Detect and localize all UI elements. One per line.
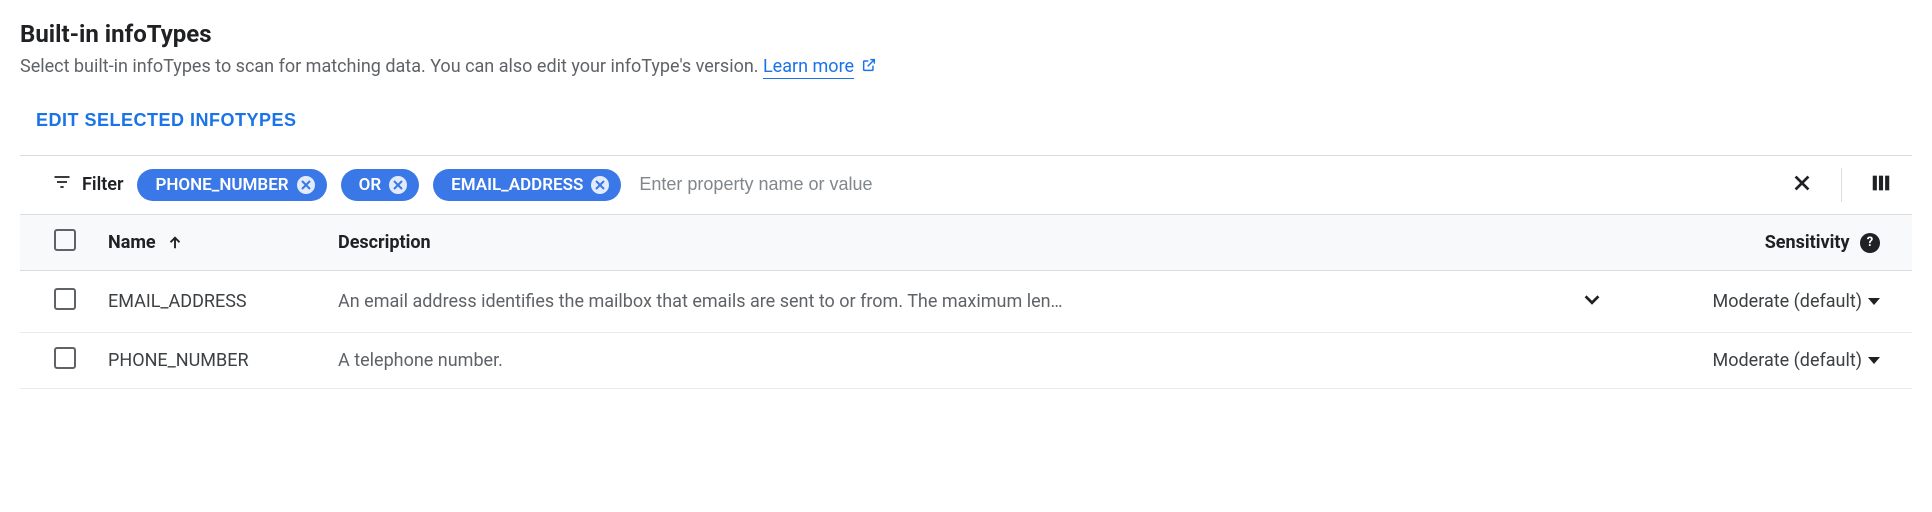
infotype-description: A telephone number.	[322, 332, 1552, 388]
sort-ascending-icon	[166, 234, 184, 252]
sensitivity-select[interactable]: Moderate (default)	[1713, 291, 1880, 312]
sensitivity-select[interactable]: Moderate (default)	[1713, 350, 1880, 371]
columns-icon	[1870, 172, 1892, 197]
filter-label: Filter	[52, 172, 123, 197]
dropdown-icon	[1868, 357, 1880, 364]
column-header-description: Description	[322, 214, 1552, 270]
remove-chip-icon[interactable]	[297, 176, 315, 194]
infotypes-table: Name Description Sensitivity ? EMAIL_ADD…	[20, 214, 1912, 389]
divider	[1841, 168, 1842, 202]
edit-selected-infotypes-button[interactable]: EDIT SELECTED INFOTYPES	[20, 102, 301, 139]
infotype-description: An email address identifies the mailbox …	[322, 270, 1552, 332]
filter-icon	[52, 172, 72, 197]
filter-input[interactable]	[635, 168, 1773, 201]
section-title: Built-in infoTypes	[20, 20, 1912, 48]
row-checkbox[interactable]	[54, 347, 76, 369]
table-row: EMAIL_ADDRESS An email address identifie…	[20, 270, 1912, 332]
filter-bar: Filter PHONE_NUMBER OR EMAIL_ADDRESS	[20, 155, 1912, 214]
column-header-name[interactable]: Name	[92, 214, 322, 270]
remove-chip-icon[interactable]	[591, 176, 609, 194]
close-icon	[1791, 172, 1813, 197]
dropdown-icon	[1868, 298, 1880, 305]
external-link-icon	[861, 57, 877, 78]
select-all-checkbox[interactable]	[54, 229, 76, 251]
filter-chip-phone-number[interactable]: PHONE_NUMBER	[137, 169, 326, 201]
infotype-name: EMAIL_ADDRESS	[92, 270, 322, 332]
help-icon[interactable]: ?	[1860, 233, 1880, 253]
remove-chip-icon[interactable]	[389, 176, 407, 194]
table-row: PHONE_NUMBER A telephone number. Moderat…	[20, 332, 1912, 388]
table-header-row: Name Description Sensitivity ?	[20, 214, 1912, 270]
expand-row-button[interactable]	[1577, 285, 1607, 318]
subtitle-text: Select built-in infoTypes to scan for ma…	[20, 56, 763, 77]
clear-filter-button[interactable]	[1787, 168, 1817, 201]
section-subtitle: Select built-in infoTypes to scan for ma…	[20, 56, 1912, 78]
column-display-options-button[interactable]	[1866, 168, 1896, 201]
infotype-name: PHONE_NUMBER	[92, 332, 322, 388]
chevron-down-icon	[1581, 289, 1603, 314]
column-header-sensitivity: Sensitivity ?	[1632, 214, 1912, 270]
learn-more-link[interactable]: Learn more	[763, 56, 854, 79]
filter-chip-or[interactable]: OR	[341, 169, 420, 201]
filter-chip-email-address[interactable]: EMAIL_ADDRESS	[433, 169, 621, 201]
row-checkbox[interactable]	[54, 288, 76, 310]
